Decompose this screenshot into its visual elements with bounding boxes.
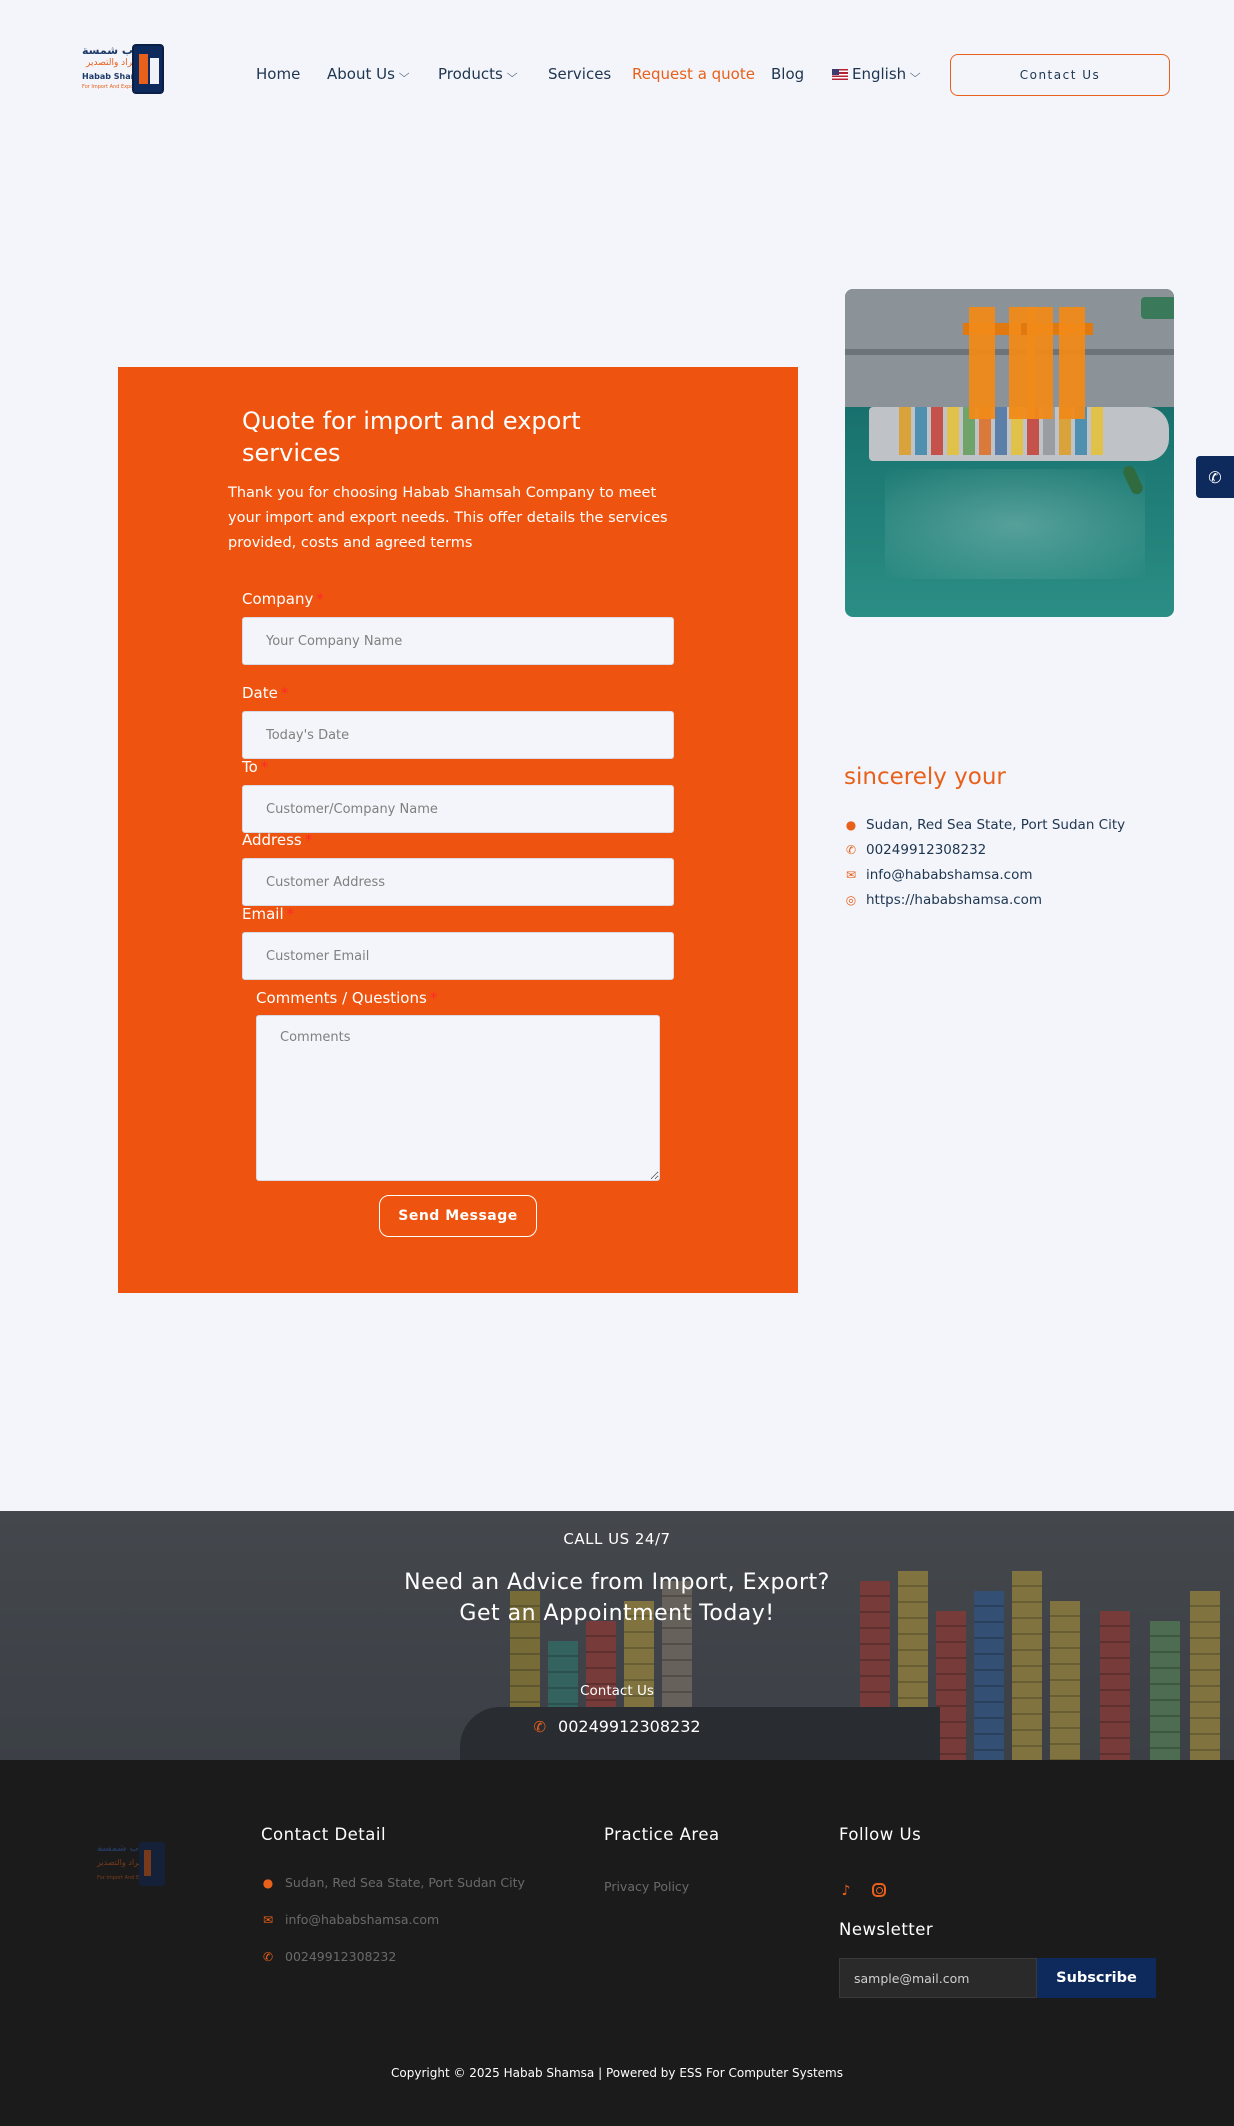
footer-follow-heading: Follow Us bbox=[839, 1825, 922, 1844]
copyright-text: Copyright © 2025 Habab Shamsa | Powered … bbox=[391, 2066, 843, 2080]
footer-practice-heading: Practice Area bbox=[604, 1825, 720, 1844]
port-aerial-image bbox=[845, 289, 1174, 617]
banner-headline-line2: Get an Appointment Today! bbox=[459, 1601, 775, 1626]
location-pin-icon: ● bbox=[262, 1875, 274, 1890]
phone-icon: ✆ bbox=[1208, 467, 1222, 487]
contact-website-text: https://hababshamsa.com bbox=[866, 892, 1043, 908]
footer-address-text: Sudan, Red Sea State, Port Sudan City bbox=[285, 1875, 525, 1890]
phone-icon: ✆ bbox=[845, 843, 857, 857]
to-input[interactable] bbox=[242, 785, 674, 833]
footer-logo[interactable]: حباب شمسة للإستيراد والتصدير For Import … bbox=[97, 1842, 167, 1888]
contact-phone[interactable]: ✆ 00249912308232 bbox=[845, 842, 986, 858]
phone-icon: ✆ bbox=[533, 1717, 547, 1736]
banner-headline: Need an Advice from Import, Export? Get … bbox=[0, 1567, 1234, 1629]
logo-mark-icon bbox=[139, 1842, 165, 1886]
address-label-text: Address bbox=[242, 831, 302, 849]
email-label-text: Email bbox=[242, 905, 284, 923]
date-input[interactable] bbox=[242, 711, 674, 759]
banner-contact-label: Contact Us bbox=[580, 1683, 654, 1699]
tiktok-icon[interactable]: ♪ bbox=[838, 1883, 854, 1899]
envelope-icon: ✉ bbox=[262, 1912, 274, 1927]
address-label: Address * bbox=[242, 831, 312, 849]
nav-request-quote[interactable]: Request a quote bbox=[632, 65, 771, 83]
comments-label-text: Comments / Questions bbox=[256, 989, 427, 1007]
nav-products[interactable]: Products ⌵ bbox=[438, 65, 548, 83]
privacy-policy-link[interactable]: Privacy Policy bbox=[604, 1879, 689, 1894]
required-mark: * bbox=[280, 684, 289, 702]
comments-textarea[interactable] bbox=[256, 1015, 660, 1181]
contact-phone-text: 00249912308232 bbox=[866, 842, 987, 858]
site-header: حباب شمسة للإستيراد والتصدير Habab Shams… bbox=[0, 0, 1234, 150]
address-input[interactable] bbox=[242, 858, 674, 906]
envelope-icon: ✉ bbox=[845, 868, 857, 882]
form-title: Quote for import and export services bbox=[242, 407, 581, 467]
company-input[interactable] bbox=[242, 617, 674, 665]
language-label: English bbox=[852, 65, 907, 83]
required-mark: * bbox=[286, 905, 295, 923]
contact-address-text: Sudan, Red Sea State, Port Sudan City bbox=[866, 817, 1126, 833]
required-mark: * bbox=[260, 758, 269, 776]
nav-about-label: About Us bbox=[327, 65, 395, 83]
required-mark: * bbox=[429, 989, 438, 1007]
date-label: Date * bbox=[242, 684, 288, 702]
date-label-text: Date bbox=[242, 684, 278, 702]
subscribe-button[interactable]: Subscribe bbox=[1037, 1958, 1156, 1998]
nav-about[interactable]: About Us ⌵ bbox=[327, 65, 438, 83]
sincerely-heading: sincerely your bbox=[844, 764, 1006, 790]
logo-mark-icon bbox=[132, 44, 164, 94]
to-label: To * bbox=[242, 758, 268, 776]
chevron-down-icon: ⌵ bbox=[398, 67, 410, 80]
chevron-down-icon: ⌵ bbox=[909, 67, 921, 80]
logo-tagline: For Import And Export bbox=[82, 84, 138, 90]
instagram-icon[interactable] bbox=[872, 1883, 886, 1897]
footer-email[interactable]: ✉ info@hababshamsa.com bbox=[261, 1912, 439, 1927]
company-label: Company * bbox=[242, 590, 324, 608]
us-flag-icon bbox=[832, 68, 848, 80]
contact-address: ● Sudan, Red Sea State, Port Sudan City bbox=[845, 817, 1125, 833]
nav-services[interactable]: Services bbox=[548, 65, 632, 83]
contact-website[interactable]: ◎ https://hababshamsa.com bbox=[845, 892, 1042, 908]
brand-logo[interactable]: حباب شمسة للإستيراد والتصدير Habab Shams… bbox=[82, 42, 166, 96]
nav-products-label: Products bbox=[438, 65, 503, 83]
company-label-text: Company bbox=[242, 590, 314, 608]
call-us-banner: CALL US 24/7 Need an Advice from Import,… bbox=[0, 1511, 1234, 1760]
banner-phone[interactable]: ✆ 00249912308232 bbox=[0, 1717, 1234, 1736]
phone-icon: ✆ bbox=[262, 1949, 274, 1964]
comments-label: Comments / Questions * bbox=[256, 989, 437, 1007]
required-mark: * bbox=[316, 590, 324, 608]
main-nav: Home About Us ⌵ Products ⌵ Services Requ… bbox=[256, 62, 921, 86]
contact-email-text: info@hababshamsa.com bbox=[866, 867, 1033, 883]
required-mark: * bbox=[304, 831, 313, 849]
quote-form: Quote for import and export services Tha… bbox=[118, 367, 798, 1293]
globe-icon: ◎ bbox=[845, 893, 857, 907]
nav-home[interactable]: Home bbox=[256, 65, 327, 83]
banner-headline-line1: Need an Advice from Import, Export? bbox=[404, 1570, 830, 1595]
nav-blog[interactable]: Blog bbox=[771, 65, 832, 83]
footer-email-text: info@hababshamsa.com bbox=[285, 1912, 440, 1927]
footer-phone-text: 00249912308232 bbox=[285, 1949, 397, 1964]
form-intro: Thank you for choosing Habab Shamsah Com… bbox=[228, 485, 668, 551]
location-pin-icon: ● bbox=[845, 818, 857, 832]
contact-us-button[interactable]: Contact Us bbox=[950, 54, 1170, 96]
floating-phone-button[interactable]: ✆ bbox=[1196, 456, 1234, 498]
email-label: Email * bbox=[242, 905, 294, 923]
footer-phone[interactable]: ✆ 00249912308232 bbox=[261, 1949, 396, 1964]
language-selector[interactable]: English ⌵ bbox=[832, 65, 921, 83]
footer-address: ● Sudan, Red Sea State, Port Sudan City bbox=[261, 1875, 525, 1890]
footer-contact-heading: Contact Detail bbox=[261, 1825, 387, 1844]
footer-newsletter-heading: Newsletter bbox=[839, 1920, 934, 1939]
banner-call-label: CALL US 24/7 bbox=[563, 1530, 671, 1548]
send-message-button[interactable]: Send Message bbox=[379, 1195, 537, 1237]
newsletter-email-input[interactable] bbox=[839, 1958, 1037, 1998]
contact-email[interactable]: ✉ info@hababshamsa.com bbox=[845, 867, 1033, 883]
banner-phone-text: 00249912308232 bbox=[558, 1717, 701, 1736]
to-label-text: To bbox=[242, 758, 258, 776]
email-input[interactable] bbox=[242, 932, 674, 980]
chevron-down-icon: ⌵ bbox=[506, 67, 518, 80]
